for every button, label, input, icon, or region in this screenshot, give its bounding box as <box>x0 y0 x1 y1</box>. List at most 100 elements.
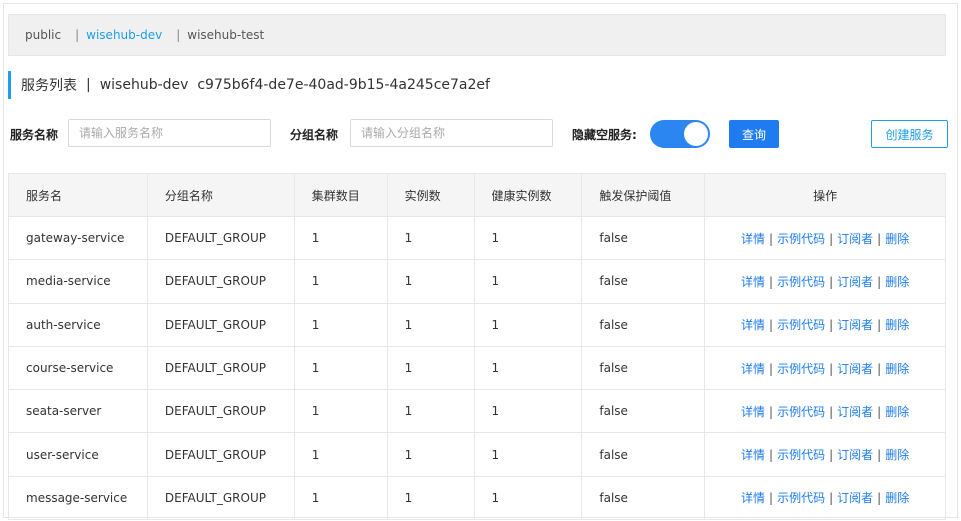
actions-cell: 详情 | 示例代码 | 订阅者 | 删除 <box>704 345 946 391</box>
action-separator: | <box>829 491 834 506</box>
hide-empty-label: 隐藏空服务: <box>572 128 637 142</box>
service-name-cell: gateway-service <box>8 215 148 261</box>
sample-code-link[interactable]: 示例代码 <box>777 232 825 246</box>
column-header-actions: 操作 <box>704 173 946 217</box>
service-name-cell: course-service <box>8 345 148 391</box>
table-row: message-service DEFAULT_GROUP 1 1 1 false 详情 | 示… <box>8 475 946 521</box>
cluster-count-cell: 1 <box>293 302 388 347</box>
actions-cell: 详情 | 示例代码 | 订阅者 | 删除 <box>704 432 946 477</box>
action-separator: | <box>769 274 774 289</box>
action-separator: | <box>877 448 882 463</box>
instance-count-cell: 1 <box>386 345 475 391</box>
subscribers-link[interactable]: 订阅者 <box>837 318 873 332</box>
table-row: course-service DEFAULT_GROUP 1 1 1 false 详情 | 示例… <box>8 345 946 391</box>
subscribers-link[interactable]: 订阅者 <box>837 448 873 462</box>
sample-code-link[interactable]: 示例代码 <box>777 318 825 332</box>
group-name-cell: DEFAULT_GROUP <box>146 475 295 521</box>
instance-count-cell: 1 <box>386 259 475 304</box>
actions-cell: 详情 | 示例代码 | 订阅者 | 删除 <box>704 389 946 434</box>
actions-cell: 详情 | 示例代码 | 订阅者 | 删除 <box>704 259 946 304</box>
service-name-input[interactable] <box>68 119 271 147</box>
namespace-wisehub-dev[interactable]: wisehub-dev <box>86 28 162 42</box>
threshold-cell: false <box>581 475 706 521</box>
detail-link[interactable]: 详情 <box>741 448 765 462</box>
action-separator: | <box>829 404 834 419</box>
query-button[interactable]: 查询 <box>729 120 779 148</box>
threshold-cell: false <box>581 345 706 391</box>
service-name-cell: message-service <box>8 475 148 521</box>
sample-code-link[interactable]: 示例代码 <box>777 491 825 505</box>
action-separator: | <box>829 448 834 463</box>
delete-link[interactable]: 删除 <box>885 318 909 332</box>
namespace-public[interactable]: public <box>25 28 61 42</box>
action-separator: | <box>877 231 882 246</box>
hide-empty-toggle[interactable] <box>650 120 710 148</box>
column-header-group-name: 分组名称 <box>146 173 295 217</box>
instance-count-cell: 1 <box>386 475 475 521</box>
healthy-count-cell: 1 <box>473 345 583 391</box>
table-header-row: 服务名 分组名称 集群数目 实例数 健康实例数 触发保护阈值 操作 <box>8 173 946 217</box>
service-name-cell: media-service <box>8 259 148 304</box>
sample-code-link[interactable]: 示例代码 <box>777 405 825 419</box>
detail-link[interactable]: 详情 <box>741 232 765 246</box>
delete-link[interactable]: 删除 <box>885 405 909 419</box>
subscribers-link[interactable]: 订阅者 <box>837 232 873 246</box>
group-name-cell: DEFAULT_GROUP <box>146 389 295 434</box>
threshold-cell: false <box>581 302 706 347</box>
group-name-input[interactable] <box>350 119 553 147</box>
service-name-label: 服务名称 <box>10 128 59 142</box>
delete-link[interactable]: 删除 <box>885 362 909 376</box>
delete-link[interactable]: 删除 <box>885 232 909 246</box>
service-name-cell: user-service <box>8 432 148 477</box>
action-separator: | <box>769 404 774 419</box>
column-header-cluster-count: 集群数目 <box>293 173 388 217</box>
table-row: seata-server DEFAULT_GROUP 1 1 1 false 详情 | 示例代码… <box>8 389 946 434</box>
sample-code-link[interactable]: 示例代码 <box>777 275 825 289</box>
actions-cell: 详情 | 示例代码 | 订阅者 | 删除 <box>704 302 946 347</box>
group-name-cell: DEFAULT_GROUP <box>146 259 295 304</box>
detail-link[interactable]: 详情 <box>741 405 765 419</box>
cluster-count-cell: 1 <box>293 389 388 434</box>
column-header-threshold: 触发保护阈值 <box>581 173 706 217</box>
table-row: auth-service DEFAULT_GROUP 1 1 1 false 详情 | 示例代码… <box>8 302 946 347</box>
table-row: media-service DEFAULT_GROUP 1 1 1 false 详情 | 示例代… <box>8 259 946 304</box>
page-title: 服务列表 <box>21 78 77 94</box>
instance-count-cell: 1 <box>386 302 475 347</box>
cluster-count-cell: 1 <box>293 432 388 477</box>
action-separator: | <box>877 404 882 419</box>
detail-link[interactable]: 详情 <box>741 362 765 376</box>
healthy-count-cell: 1 <box>473 475 583 521</box>
delete-link[interactable]: 删除 <box>885 275 909 289</box>
instance-count-cell: 1 <box>386 432 475 477</box>
delete-link[interactable]: 删除 <box>885 448 909 462</box>
subscribers-link[interactable]: 订阅者 <box>837 275 873 289</box>
sample-code-link[interactable]: 示例代码 <box>777 362 825 376</box>
detail-link[interactable]: 详情 <box>741 275 765 289</box>
instance-count-cell: 1 <box>386 215 475 261</box>
actions-cell: 详情 | 示例代码 | 订阅者 | 删除 <box>704 215 946 261</box>
subscribers-link[interactable]: 订阅者 <box>837 405 873 419</box>
sample-code-link[interactable]: 示例代码 <box>777 448 825 462</box>
namespace-separator: | <box>75 28 80 42</box>
action-separator: | <box>877 491 882 506</box>
column-header-service-name: 服务名 <box>8 173 148 217</box>
subscribers-link[interactable]: 订阅者 <box>837 491 873 505</box>
detail-link[interactable]: 详情 <box>741 318 765 332</box>
threshold-cell: false <box>581 389 706 434</box>
healthy-count-cell: 1 <box>473 259 583 304</box>
create-service-button[interactable]: 创建服务 <box>871 120 948 148</box>
filter-bar: 服务名称 分组名称 隐藏空服务: 查询 创建服务 <box>0 119 961 149</box>
subscribers-link[interactable]: 订阅者 <box>837 362 873 376</box>
instance-count-cell: 1 <box>386 389 475 434</box>
action-separator: | <box>769 448 774 463</box>
healthy-count-cell: 1 <box>473 389 583 434</box>
namespace-wisehub-test[interactable]: wisehub-test <box>187 28 264 42</box>
detail-link[interactable]: 详情 <box>741 491 765 505</box>
title-accent-bar <box>8 71 11 99</box>
action-separator: | <box>877 274 882 289</box>
delete-link[interactable]: 删除 <box>885 491 909 505</box>
namespace-info: wisehub-dev c975b6f4-de7e-40ad-9b15-4a24… <box>99 77 490 93</box>
group-name-cell: DEFAULT_GROUP <box>146 215 295 261</box>
action-separator: | <box>829 361 834 376</box>
column-header-healthy-count: 健康实例数 <box>473 173 583 217</box>
